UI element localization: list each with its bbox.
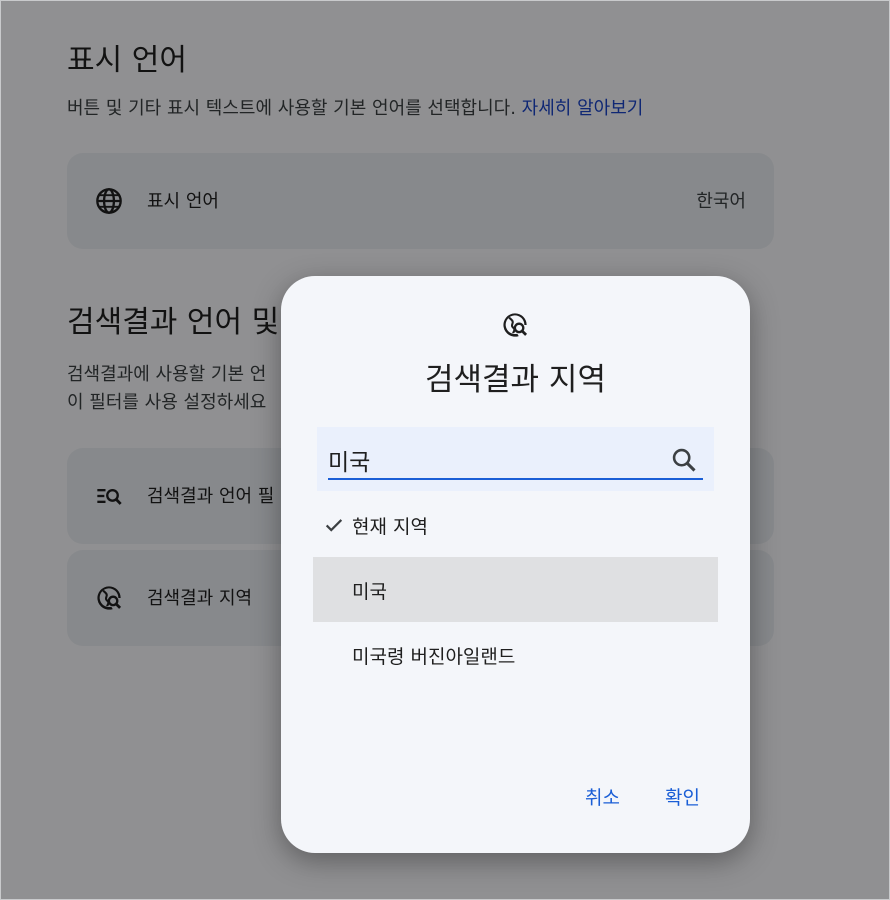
region-search-input[interactable]	[328, 445, 658, 475]
cancel-button[interactable]: 취소	[579, 779, 626, 814]
settings-page: 표시 언어 버튼 및 기타 표시 텍스트에 사용할 기본 언어를 선택합니다. …	[0, 0, 890, 900]
region-option-us[interactable]: 미국	[313, 557, 718, 622]
region-option-current[interactable]: 현재 지역	[313, 492, 718, 557]
ok-button[interactable]: 확인	[659, 779, 706, 814]
checkmark-icon	[325, 519, 343, 532]
option-label: 현재 지역	[352, 516, 428, 538]
dialog-title: 검색결과 지역	[425, 362, 606, 398]
search-region-dialog: 검색결과 지역 현재 지역 미국 미국령 버진아일랜드 취소 확인	[281, 276, 750, 853]
search-icon[interactable]	[670, 446, 698, 474]
region-option-us-virgin-islands[interactable]: 미국령 버진아일랜드	[313, 622, 718, 687]
globe-search-icon	[503, 313, 528, 337]
option-label: 미국령 버진아일랜드	[352, 646, 516, 668]
search-input-underline	[328, 478, 703, 480]
region-search-box	[317, 427, 714, 491]
option-label: 미국	[352, 581, 387, 603]
